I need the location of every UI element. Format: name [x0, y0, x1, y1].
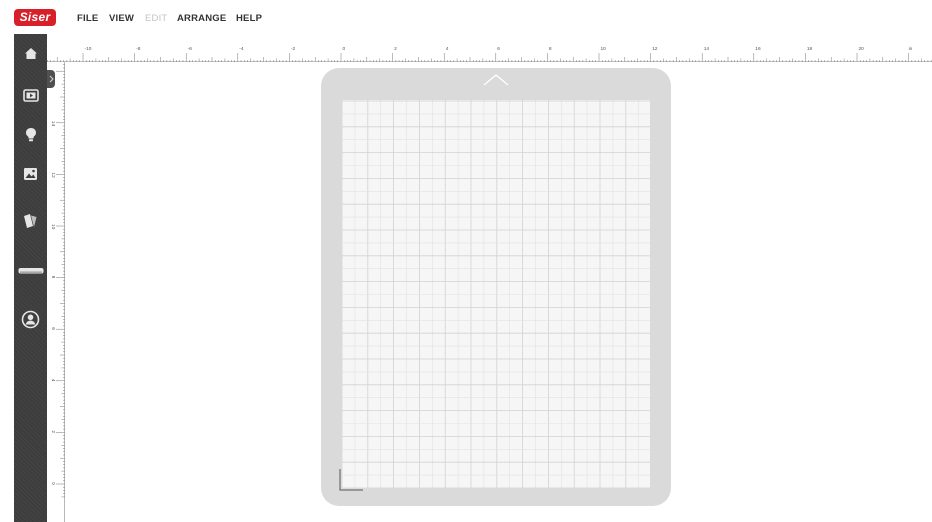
ruler-top-label: 16 — [755, 46, 761, 52]
sidebar-item-cutter[interactable] — [14, 256, 47, 286]
ruler-top-label: -4 — [239, 46, 244, 52]
chevron-up-icon — [482, 74, 510, 92]
ruler-top-label: 20 — [859, 46, 865, 52]
ruler-top-label: 18 — [807, 46, 813, 52]
lightbulb-icon — [25, 127, 37, 142]
ruler-top-label: 10 — [601, 46, 607, 52]
ruler-top-label: 6 — [497, 46, 500, 52]
sidebar-item-video[interactable] — [14, 80, 47, 110]
ruler-left-label: 12 — [50, 172, 56, 178]
menu-help[interactable]: HELP — [236, 13, 262, 24]
ruler-left-label: 4 — [50, 379, 56, 382]
ruler-left-label: 6 — [50, 327, 56, 330]
ruler-top-label: -8 — [136, 46, 141, 52]
ruler-top-label: 12 — [652, 46, 658, 52]
ruler-top-label: 0 — [343, 46, 346, 52]
ruler-top-label: -10 — [85, 46, 92, 52]
image-icon — [23, 167, 38, 181]
menu-view[interactable]: VIEW — [109, 13, 134, 24]
menu-arrange[interactable]: ARRANGE — [177, 13, 226, 24]
play-icon — [22, 88, 39, 102]
siser-logo: Siser — [14, 9, 56, 26]
vertical-ruler: 14 12 10 8 6 4 2 0 — [47, 62, 65, 522]
user-icon — [21, 310, 40, 329]
menu-edit[interactable]: EDIT — [145, 13, 167, 24]
home-icon — [24, 47, 38, 60]
sidebar-item-home[interactable] — [14, 38, 47, 68]
ruler-top-label: 4 — [446, 46, 449, 52]
ruler-top-label: in — [909, 46, 913, 52]
cutter-icon — [18, 267, 44, 275]
sidebar — [14, 34, 47, 522]
ruler-left-label: 10 — [50, 224, 56, 230]
sidebar-item-materials[interactable] — [14, 206, 47, 236]
horizontal-ruler: -10 -8 -6 -4 -2 0 2 4 6 8 10 12 14 16 18 20 in — [47, 34, 932, 62]
mat-scroll-up-button[interactable] — [482, 72, 510, 88]
ruler-top-label: 14 — [704, 46, 710, 52]
ruler-top-label: -6 — [188, 46, 193, 52]
ruler-left-label: 2 — [50, 430, 56, 433]
sidebar-item-account[interactable] — [14, 304, 47, 334]
ruler-top-label: 2 — [394, 46, 397, 52]
ruler-left-label: 14 — [50, 121, 56, 127]
menu-file[interactable]: FILE — [77, 13, 98, 24]
sidebar-item-ideas[interactable] — [14, 119, 47, 149]
ruler-left-label: 0 — [50, 482, 56, 485]
mat-origin-marker — [338, 468, 364, 492]
ruler-top-label: -2 — [291, 46, 296, 52]
menu-bar: Siser FILE VIEW EDIT ARRANGE HELP — [0, 0, 932, 34]
ruler-top-label: 8 — [549, 46, 552, 52]
sidebar-item-images[interactable] — [14, 159, 47, 189]
swatch-icon — [23, 213, 38, 229]
ruler-left-label: 8 — [50, 276, 56, 279]
mat-grid — [342, 100, 650, 488]
app-window: Siser FILE VIEW EDIT ARRANGE HELP -10 -8… — [0, 0, 932, 522]
